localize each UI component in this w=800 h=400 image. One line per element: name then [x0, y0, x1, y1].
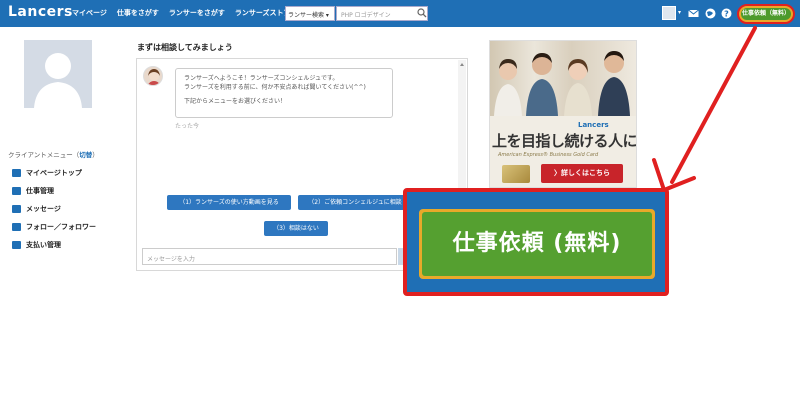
nav-lancers-store[interactable]: ランサーズストア	[235, 8, 291, 18]
search-type-select[interactable]: ランサー検索 ▾	[285, 6, 335, 21]
client-menu-title: クライアントメニュー（切替）	[8, 151, 99, 159]
ad-headline: 上を目指し続ける人に。	[492, 132, 637, 150]
user-silhouette-icon	[34, 53, 82, 108]
help-icon[interactable]: ?	[721, 8, 732, 19]
job-request-button[interactable]: 仕事依頼（無料）	[737, 4, 795, 24]
zoom-callout: 仕事依頼 (無料)	[403, 188, 669, 296]
concierge-message-bubble: ランサーズへようこそ！ランサーズコンシェルジュです。 ランサーズを利用する前に、…	[175, 68, 393, 118]
zoomed-job-request-label: 仕事依頼 (無料)	[422, 212, 652, 276]
sidebar-item-payments[interactable]: 支払い管理	[12, 240, 61, 250]
message-input[interactable]: メッセージを入力	[142, 248, 397, 265]
option-concierge-button[interactable]: （2）ご依頼コンシェルジュに相談	[298, 195, 412, 210]
consult-title: まずは相談してみましょう	[137, 43, 233, 52]
svg-text:?: ?	[724, 9, 729, 18]
sidebar-item-messages[interactable]: メッセージ	[12, 204, 61, 214]
sidebar-item-follow[interactable]: フォロー／フォロワー	[12, 222, 96, 232]
users-icon	[12, 223, 21, 231]
nav-mypage[interactable]: マイページ	[72, 8, 107, 18]
chevron-down-icon[interactable]: ▾	[678, 9, 681, 16]
option-watch-video-button[interactable]: （1）ランサーズの使い方動画を見る	[167, 195, 291, 210]
switch-link[interactable]: 切替	[79, 151, 92, 159]
globe-icon[interactable]	[705, 8, 716, 19]
option-no-consult-button[interactable]: （3）相談はない	[264, 221, 328, 236]
nav-find-lancers[interactable]: ランサーをさがす	[169, 8, 225, 18]
amex-ad-banner[interactable]: Lancers 上を目指し続ける人に。 American Express® Bu…	[489, 40, 637, 188]
job-request-label: 仕事依頼（無料）	[741, 8, 791, 20]
user-avatar[interactable]	[662, 6, 676, 20]
sidebar-item-job-management[interactable]: 仕事管理	[12, 186, 54, 196]
message-line-2: ランサーズを利用する前に、何か不安点あれば聞いてください(^^)	[184, 84, 366, 91]
envelope-icon	[12, 205, 21, 213]
sidebar-item-mypage-top[interactable]: マイページトップ	[12, 168, 82, 178]
top-header: Lancers マイページ 仕事をさがす ランサーをさがす ランサーズストア ラ…	[0, 0, 800, 27]
search-icon[interactable]	[417, 8, 427, 18]
mail-icon[interactable]	[688, 8, 699, 19]
search-input[interactable]: PHP ロゴデザイン	[336, 6, 428, 21]
message-timestamp: たった今	[175, 123, 200, 130]
message-line-3: 下記からメニューをお選びください！	[184, 98, 287, 105]
zoomed-job-request-button[interactable]: 仕事依頼 (無料)	[419, 209, 655, 279]
credit-card-icon	[12, 241, 21, 249]
concierge-avatar	[143, 66, 163, 86]
profile-placeholder-image	[24, 40, 92, 108]
lancers-logo[interactable]: Lancers	[8, 4, 73, 20]
ad-card-name: American Express® Business Gold Card	[498, 152, 599, 158]
ad-brand-label: Lancers	[578, 121, 609, 129]
ad-details-button[interactable]: 〉詳しくはこちら	[541, 164, 623, 183]
nav-find-jobs[interactable]: 仕事をさがす	[117, 8, 159, 18]
message-line-1: ランサーズへようこそ！ランサーズコンシェルジュです。	[184, 75, 339, 82]
ad-people-photo	[490, 41, 636, 116]
mypage-icon	[12, 169, 21, 177]
briefcase-icon	[12, 187, 21, 195]
main-nav: マイページ 仕事をさがす ランサーをさがす ランサーズストア	[72, 8, 291, 18]
gold-card-image	[502, 165, 530, 183]
